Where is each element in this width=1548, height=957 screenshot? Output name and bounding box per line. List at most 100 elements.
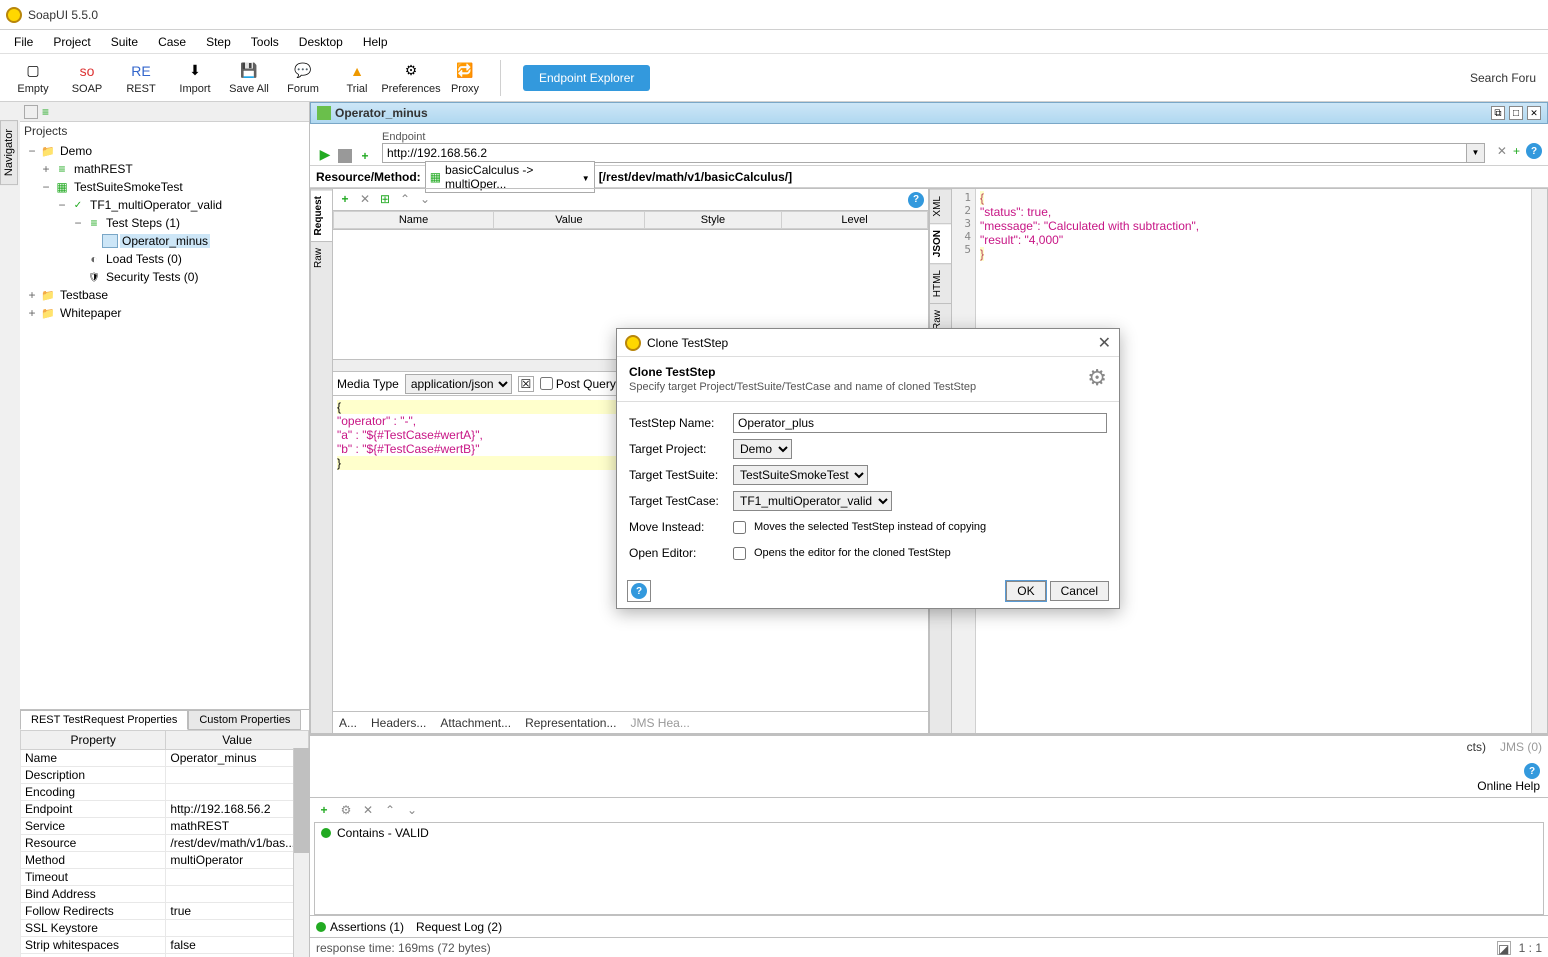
bt-auth[interactable]: A... (339, 716, 357, 730)
request-tab-request[interactable]: Request (311, 189, 332, 241)
nav-tool-icon[interactable] (24, 105, 38, 119)
tree-whitepaper[interactable]: +Whitepaper (22, 304, 307, 322)
forum-button[interactable]: 💬Forum (276, 56, 330, 100)
online-help-icon[interactable]: ? (1524, 763, 1540, 779)
response-scrollbar[interactable] (1531, 189, 1547, 733)
bt-attach[interactable]: Attachment... (440, 716, 511, 730)
navigator-side-tab[interactable]: Navigator (0, 120, 18, 185)
restore-icon[interactable]: ⧉ (1491, 106, 1505, 120)
property-row[interactable]: ServicemathREST (21, 818, 309, 835)
proxy-button[interactable]: 🔁Proxy (438, 56, 492, 100)
response-tab-json[interactable]: JSON (930, 223, 951, 263)
props-scrollbar[interactable] (293, 748, 309, 957)
empty-button[interactable]: ▢Empty (6, 56, 60, 100)
bt-jms[interactable]: JMS Hea... (630, 716, 689, 730)
property-row[interactable]: NameOperator_minus (21, 750, 309, 767)
target-suite-select[interactable]: TestSuiteSmokeTest (733, 465, 868, 485)
menu-suite[interactable]: Suite (101, 33, 148, 51)
property-row[interactable]: Endpointhttp://192.168.56.2 (21, 801, 309, 818)
response-tab-xml[interactable]: XML (930, 189, 951, 223)
add-button[interactable]: + (356, 149, 374, 163)
property-row[interactable]: Remove Empty Contentfalse (21, 954, 309, 957)
open-editor-checkbox[interactable] (733, 547, 746, 560)
property-row[interactable]: MethodmultiOperator (21, 852, 309, 869)
tree-testcase[interactable]: −TF1_multiOperator_valid (22, 196, 307, 214)
property-row[interactable]: Description (21, 767, 309, 784)
props-tab-custom[interactable]: Custom Properties (188, 710, 301, 730)
assertions-tab[interactable]: Assertions (1) (316, 920, 404, 934)
param-down-button[interactable] (417, 192, 433, 208)
cancel-button[interactable]: Cancel (1050, 581, 1109, 601)
preferences-button[interactable]: ⚙Preferences (384, 56, 438, 100)
media-type-select[interactable]: application/json (405, 374, 512, 394)
menu-step[interactable]: Step (196, 33, 241, 51)
property-row[interactable]: Bind Address (21, 886, 309, 903)
param-up-button[interactable] (397, 192, 413, 208)
move-instead-checkbox[interactable] (733, 521, 746, 534)
tree-project[interactable]: −Demo (22, 142, 307, 160)
import-button[interactable]: ⬇Import (168, 56, 222, 100)
req-icon2[interactable]: + (1513, 144, 1520, 158)
close-tab-icon[interactable] (1527, 106, 1541, 120)
target-project-select[interactable]: Demo (733, 439, 792, 459)
run-button[interactable]: ▶ (316, 146, 334, 163)
response-tab-html[interactable]: HTML (930, 263, 951, 303)
add-param-button[interactable] (337, 192, 353, 208)
trial-button[interactable]: ▲Trial (330, 56, 384, 100)
request-tab-raw[interactable]: Raw (311, 241, 332, 274)
tree-service[interactable]: +≡mathREST (22, 160, 307, 178)
dialog-close-button[interactable]: ✕ (1098, 333, 1111, 353)
tree-suite[interactable]: −▦TestSuiteSmokeTest (22, 178, 307, 196)
param-help-icon[interactable]: ? (908, 192, 924, 208)
tree-loadtests[interactable]: Load Tests (0) (22, 250, 307, 268)
assertion-down-button[interactable] (404, 803, 420, 817)
property-row[interactable]: Timeout (21, 869, 309, 886)
tree-step-operator-minus[interactable]: Operator_minus (22, 232, 307, 250)
saveall-button[interactable]: 💾Save All (222, 56, 276, 100)
online-help-link[interactable]: Online Help (1477, 779, 1540, 793)
property-row[interactable]: Follow Redirectstrue (21, 903, 309, 920)
props-tab-rest[interactable]: REST TestRequest Properties (20, 710, 188, 730)
nav-tool-icon2[interactable]: ≡ (42, 105, 56, 119)
param-icon3[interactable]: ⊞ (377, 192, 393, 208)
menu-help[interactable]: Help (353, 33, 398, 51)
search-forum-link[interactable]: Search Foru (1470, 71, 1536, 85)
config-assertion-button[interactable] (338, 803, 354, 817)
post-query-checkbox[interactable] (540, 377, 553, 390)
menu-case[interactable]: Case (148, 33, 196, 51)
status-icon[interactable]: ◪ (1497, 941, 1511, 955)
menu-project[interactable]: Project (43, 33, 100, 51)
bt-repr[interactable]: Representation... (525, 716, 616, 730)
req-icon1[interactable]: ✕ (1497, 144, 1507, 158)
ok-button[interactable]: OK (1006, 581, 1045, 601)
tree-security[interactable]: Security Tests (0) (22, 268, 307, 286)
menu-file[interactable]: File (4, 33, 43, 51)
bt-resp-jms[interactable]: JMS (0) (1500, 740, 1542, 754)
tree-steps[interactable]: −≡Test Steps (1) (22, 214, 307, 232)
remove-param-button[interactable] (357, 192, 373, 208)
rest-button[interactable]: REREST (114, 56, 168, 100)
maximize-icon[interactable]: □ (1509, 106, 1523, 120)
target-case-select[interactable]: TF1_multiOperator_valid (733, 491, 892, 511)
bt-resp-suffix[interactable]: cts) (1467, 740, 1486, 754)
property-row[interactable]: SSL Keystore (21, 920, 309, 937)
dialog-help-button[interactable]: ? (627, 580, 651, 602)
bt-headers[interactable]: Headers... (371, 716, 426, 730)
menu-tools[interactable]: Tools (241, 33, 289, 51)
stop-button[interactable] (338, 149, 352, 163)
assertion-up-button[interactable] (382, 803, 398, 817)
remove-assertion-button[interactable] (360, 803, 376, 817)
requestlog-tab[interactable]: Request Log (2) (416, 920, 502, 934)
media-icon[interactable]: ☒ (518, 376, 534, 392)
tree-testbase[interactable]: +Testbase (22, 286, 307, 304)
assertion-item[interactable]: Contains - VALID (315, 823, 1543, 843)
property-row[interactable]: Encoding (21, 784, 309, 801)
soap-button[interactable]: soSOAP (60, 56, 114, 100)
property-row[interactable]: Resource/rest/dev/math/v1/bas... (21, 835, 309, 852)
endpoint-dropdown[interactable] (1467, 143, 1485, 163)
help-icon[interactable]: ? (1526, 143, 1542, 159)
add-assertion-button[interactable] (316, 803, 332, 817)
teststep-name-input[interactable] (733, 413, 1107, 433)
endpoint-explorer-button[interactable]: Endpoint Explorer (523, 65, 650, 91)
menu-desktop[interactable]: Desktop (289, 33, 353, 51)
